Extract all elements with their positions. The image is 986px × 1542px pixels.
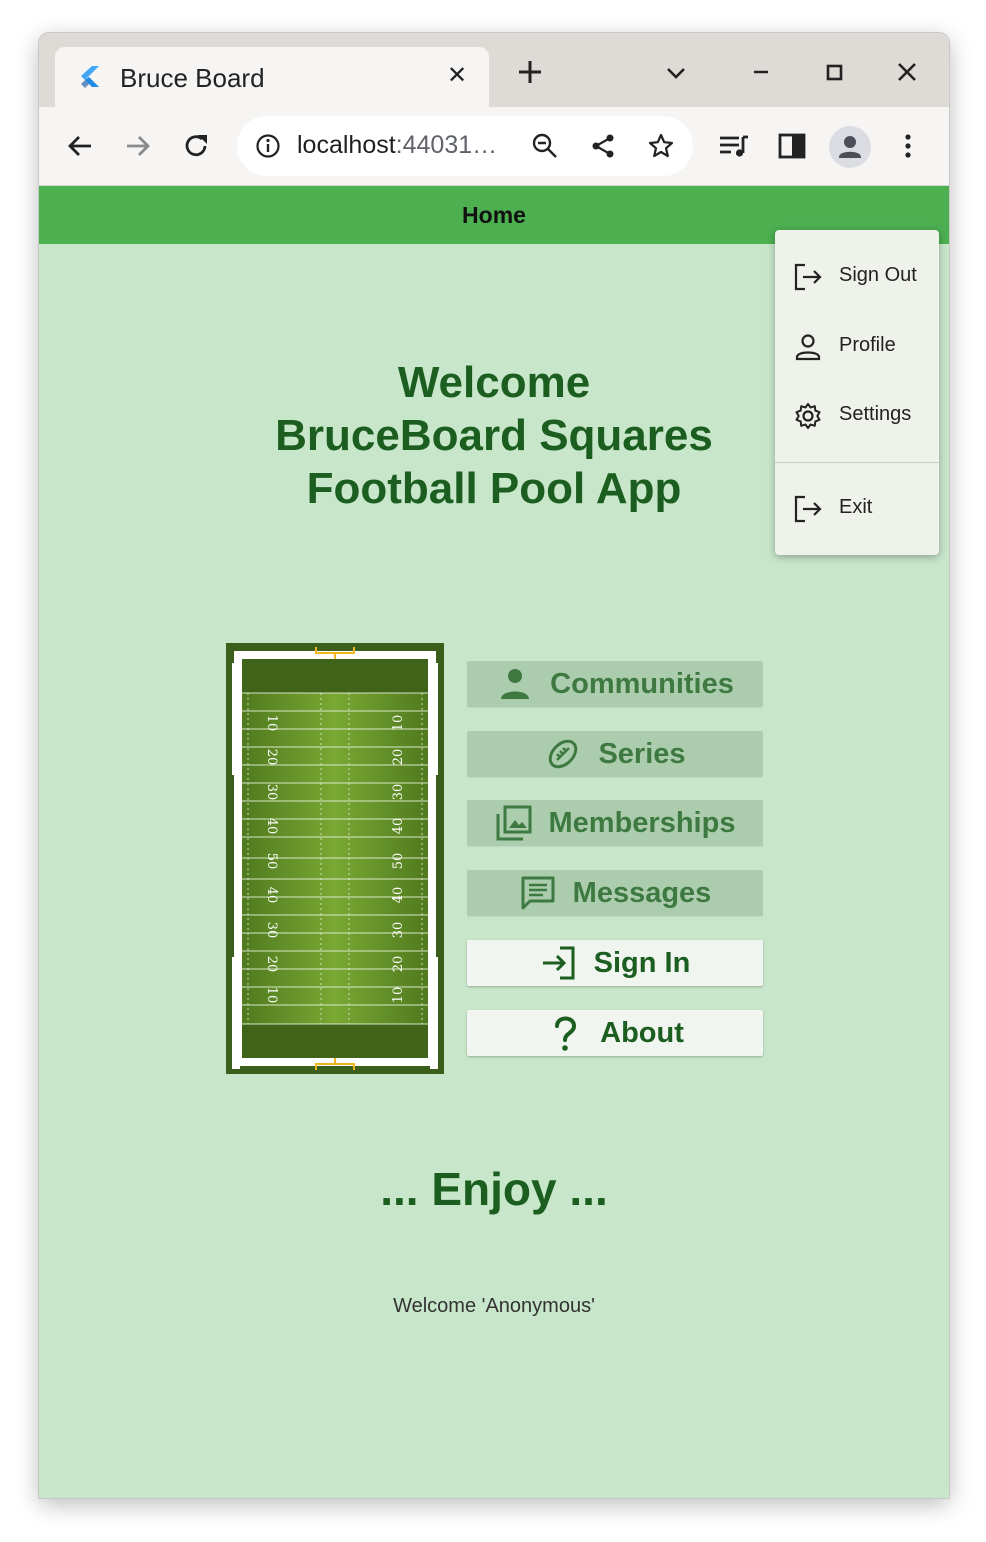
browser-tab[interactable]: Bruce Board ✕ <box>55 47 489 107</box>
series-label: Series <box>598 737 686 770</box>
yard-label: 30 <box>264 784 279 801</box>
tab-title: Bruce Board <box>120 63 265 93</box>
tab-close-icon[interactable]: ✕ <box>447 61 467 90</box>
memberships-button[interactable]: Memberships <box>467 800 763 846</box>
new-tab-icon[interactable] <box>515 57 545 87</box>
person-outline-icon <box>795 334 821 361</box>
side-panel-icon[interactable] <box>775 129 809 163</box>
browser-toolbar: localhost:44031… <box>39 107 949 186</box>
browser-window: Bruce Board ✕ localhost:44031… Home Welc… <box>39 33 949 1498</box>
series-button[interactable]: Series <box>467 731 763 777</box>
yard-label: 20 <box>264 956 279 973</box>
memberships-label: Memberships <box>548 806 736 839</box>
yard-label: 20 <box>391 749 406 766</box>
welcome-line-1: Welcome <box>397 358 591 407</box>
profile-avatar-icon[interactable] <box>829 126 871 168</box>
app-page: Home Welcome BruceBoard Squares Football… <box>39 186 949 1498</box>
address-bar[interactable]: localhost:44031… <box>237 116 693 176</box>
football-field-image: 10 20 30 40 50 40 30 20 10 10 20 30 40 5… <box>226 643 444 1074</box>
yard-label: 30 <box>391 784 406 801</box>
welcome-line-2: BruceBoard Squares <box>275 411 713 460</box>
communities-label: Communities <box>550 667 734 700</box>
logout-icon <box>794 263 822 291</box>
reload-icon[interactable] <box>179 129 213 163</box>
question-icon <box>555 1016 577 1051</box>
yard-label: 40 <box>264 818 279 835</box>
yard-label: 10 <box>264 715 279 732</box>
sign-in-button[interactable]: Sign In <box>467 940 763 986</box>
minimize-icon[interactable] <box>751 59 771 83</box>
communities-button[interactable]: Communities <box>467 661 763 707</box>
yard-label: 40 <box>391 818 406 835</box>
menu-item-exit[interactable]: Exit <box>775 479 939 537</box>
url-rest: :44031… <box>395 131 498 159</box>
kebab-menu-icon[interactable] <box>891 129 925 163</box>
message-icon <box>521 876 555 910</box>
url-host: localhost <box>297 131 396 159</box>
messages-label: Messages <box>572 876 712 909</box>
yard-label: 20 <box>391 956 406 973</box>
menu-label-sign-out: Sign Out <box>839 264 917 286</box>
tab-search-chevron-icon[interactable] <box>664 63 688 83</box>
messages-button[interactable]: Messages <box>467 870 763 916</box>
gear-icon <box>795 403 821 429</box>
yard-label: 50 <box>391 853 406 870</box>
maximize-icon[interactable] <box>825 63 845 83</box>
yard-label: 50 <box>264 853 279 870</box>
forward-icon[interactable] <box>121 129 155 163</box>
yard-label: 30 <box>391 922 406 939</box>
about-button[interactable]: About <box>467 1010 763 1056</box>
enjoy-text: ... Enjoy ... <box>380 1163 608 1215</box>
yard-label: 10 <box>264 987 279 1004</box>
yard-label: 10 <box>391 987 406 1004</box>
menu-item-settings[interactable]: Settings <box>775 386 939 444</box>
welcome-user-text: Welcome 'Anonymous' <box>393 1295 595 1317</box>
yard-label: 40 <box>264 887 279 904</box>
url-text[interactable]: localhost:44031… <box>297 131 497 160</box>
yard-label: 30 <box>264 922 279 939</box>
welcome-line-3: Football Pool App <box>306 464 682 513</box>
menu-label-settings: Settings <box>839 403 912 425</box>
yard-label: 20 <box>264 749 279 766</box>
appbar-title: Home <box>462 202 526 228</box>
yard-label: 10 <box>391 715 406 732</box>
yard-label: 40 <box>391 887 406 904</box>
zoom-out-icon[interactable] <box>531 132 559 160</box>
info-icon[interactable] <box>255 133 281 159</box>
football-icon <box>549 739 578 769</box>
flutter-icon <box>81 66 99 88</box>
login-icon <box>542 946 575 980</box>
bookmark-star-icon[interactable] <box>647 132 675 160</box>
menu-label-exit: Exit <box>839 496 873 518</box>
back-icon[interactable] <box>63 129 97 163</box>
sign-in-label: Sign In <box>593 946 691 979</box>
window-close-icon[interactable] <box>895 60 919 84</box>
welcome-heading: Welcome BruceBoard Squares Football Pool… <box>239 356 749 515</box>
tab-strip: Bruce Board ✕ <box>39 33 949 107</box>
about-label: About <box>600 1016 684 1049</box>
share-icon[interactable] <box>589 132 617 160</box>
person-icon <box>501 669 530 699</box>
menu-item-profile[interactable]: Profile <box>775 317 939 375</box>
photo-library-icon <box>496 805 532 841</box>
menu-divider <box>775 462 939 463</box>
menu-item-sign-out[interactable]: Sign Out <box>775 247 939 305</box>
menu-label-profile: Profile <box>839 334 896 356</box>
media-queue-icon[interactable] <box>717 129 751 163</box>
exit-icon <box>794 495 822 523</box>
person-avatar-icon <box>839 136 861 158</box>
account-popup-menu: Sign Out Profile Settings Exit <box>775 230 939 555</box>
